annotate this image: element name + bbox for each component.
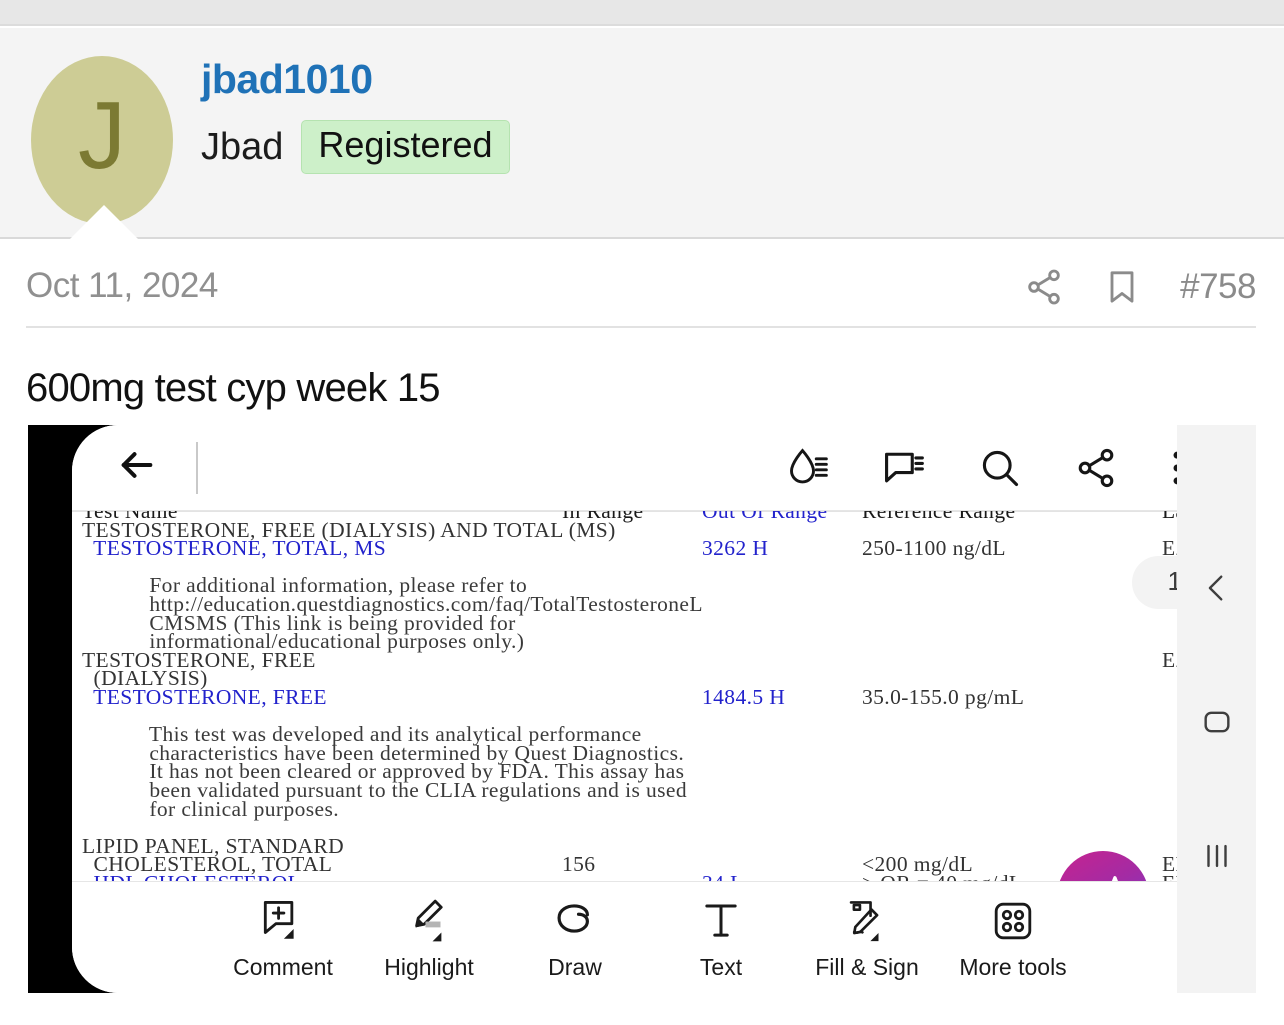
table-row: informational/educational purposes only.… — [72, 629, 1224, 653]
table-row: HDL CHOLESTEROL34 L> OR = 40 mg/dLEN — [72, 871, 1224, 881]
lab-cell-out: 34 L — [702, 871, 744, 881]
embedded-screenshot-image[interactable]: Test Name In Range Out Of Range Reference R… — [28, 425, 1256, 993]
table-row — [72, 704, 1224, 723]
lab-report-text: Test Name In Range Out Of Range Reference R… — [72, 511, 1224, 881]
tool-more-tools[interactable]: More tools — [953, 898, 1073, 981]
pdf-viewer-card: Test Name In Range Out Of Range Reference R… — [72, 425, 1224, 993]
tool-text[interactable]: Text — [661, 898, 781, 981]
lab-cell-ref: > OR = 40 mg/dL — [862, 871, 1022, 881]
tool-fill-and-sign[interactable]: Fill & Sign — [807, 898, 927, 981]
more-tools-grid-icon — [990, 898, 1036, 944]
poster-header-card: J jbad1010 Jbad Registered — [0, 28, 1284, 239]
tool-comment[interactable]: Comment — [223, 898, 343, 981]
nav-back-icon[interactable] — [1200, 571, 1234, 605]
table-row: CHOLESTEROL, TOTAL156<200 mg/dLEN — [72, 852, 1224, 876]
author-realname: Jbad — [201, 125, 284, 168]
pdf-page-content[interactable]: Test Name In Range Out Of Range Reference R… — [72, 511, 1224, 881]
table-row: TESTOSTERONE, FREE 1484.5 H 35.0-155.0 pg/… — [72, 685, 1224, 709]
table-row: It has not been cleared or approved by F… — [72, 759, 1224, 783]
tool-label: Fill & Sign — [815, 954, 919, 980]
table-row: been validated pursuant to the CLIA regu… — [72, 778, 1224, 802]
status-badge: Registered — [301, 120, 510, 174]
tool-label: Draw — [548, 954, 602, 980]
post-number[interactable]: #758 — [1180, 267, 1256, 307]
table-row: for clinical purposes. — [72, 797, 1224, 821]
comment-add-icon — [260, 898, 306, 944]
search-icon[interactable] — [978, 446, 1022, 490]
pdf-toolbar-actions — [786, 446, 1184, 490]
share-icon[interactable] — [1024, 266, 1064, 308]
liquid-mode-icon[interactable] — [786, 446, 830, 490]
nav-home-icon[interactable] — [1200, 705, 1234, 739]
table-row: CMSMS (This link is being provided for — [72, 611, 1224, 635]
table-row: For additional information, please refer… — [72, 573, 1224, 597]
author-username-link[interactable]: jbad1010 — [201, 56, 373, 103]
table-row: http://education.questdiagnostics.com/fa… — [72, 592, 1224, 616]
avatar-letter: J — [78, 82, 126, 189]
table-row — [72, 815, 1224, 834]
table-row: (DIALYSIS) — [72, 666, 1224, 690]
page-title: 600mg test cyp week 15 — [26, 366, 441, 410]
bookmark-icon[interactable] — [1102, 266, 1142, 308]
text-tool-icon — [698, 898, 744, 944]
pdf-toolbar — [72, 425, 1224, 511]
pdf-tools-bar: Comment Highlight Draw Text Fill & Sign … — [72, 881, 1224, 993]
tool-label: Comment — [233, 954, 333, 980]
tool-label: More tools — [959, 954, 1067, 980]
tool-label: Text — [699, 954, 743, 980]
table-row: characteristics have been determined by … — [72, 741, 1224, 765]
table-row — [72, 555, 1224, 574]
table-row: TESTOSTERONE, TOTAL, MS 3262 H 250-1100 ng… — [72, 536, 1224, 560]
draw-loop-icon — [552, 898, 598, 944]
table-row: This test was developed and its analytic… — [72, 722, 1224, 746]
page-top-strip — [0, 0, 1284, 26]
comments-list-icon[interactable] — [882, 446, 926, 490]
share-icon[interactable] — [1074, 446, 1118, 490]
table-row: LIPID PANEL, STANDARD — [72, 834, 1224, 858]
lab-header-row: Test Name In Range Out Of Range Reference R… — [72, 511, 1224, 523]
card-notch — [70, 205, 138, 239]
author-subline: Jbad Registered — [201, 120, 510, 174]
post-actions: #758 — [1024, 266, 1256, 308]
android-navigation-bar — [1177, 425, 1256, 993]
fill-and-sign-icon — [844, 898, 890, 944]
nav-recents-icon[interactable] — [1200, 839, 1234, 873]
back-arrow-icon[interactable] — [72, 445, 160, 490]
lab-cell-name: HDL CHOLESTEROL — [82, 871, 301, 881]
tool-draw[interactable]: Draw — [515, 898, 635, 981]
toolbar-divider — [196, 441, 198, 494]
post-date: Oct 11, 2024 — [26, 266, 218, 305]
post-meta-row: Oct 11, 2024 #758 — [26, 266, 1256, 328]
table-row: TESTOSTERONE, FREE (DIALYSIS) AND TOTAL … — [72, 518, 1224, 542]
avatar[interactable]: J — [31, 56, 173, 224]
highlight-pen-icon — [406, 898, 452, 944]
tool-highlight[interactable]: Highlight — [369, 898, 489, 981]
table-row: TESTOSTERONE, FREE EZ — [72, 648, 1224, 672]
tool-label: Highlight — [384, 954, 474, 980]
